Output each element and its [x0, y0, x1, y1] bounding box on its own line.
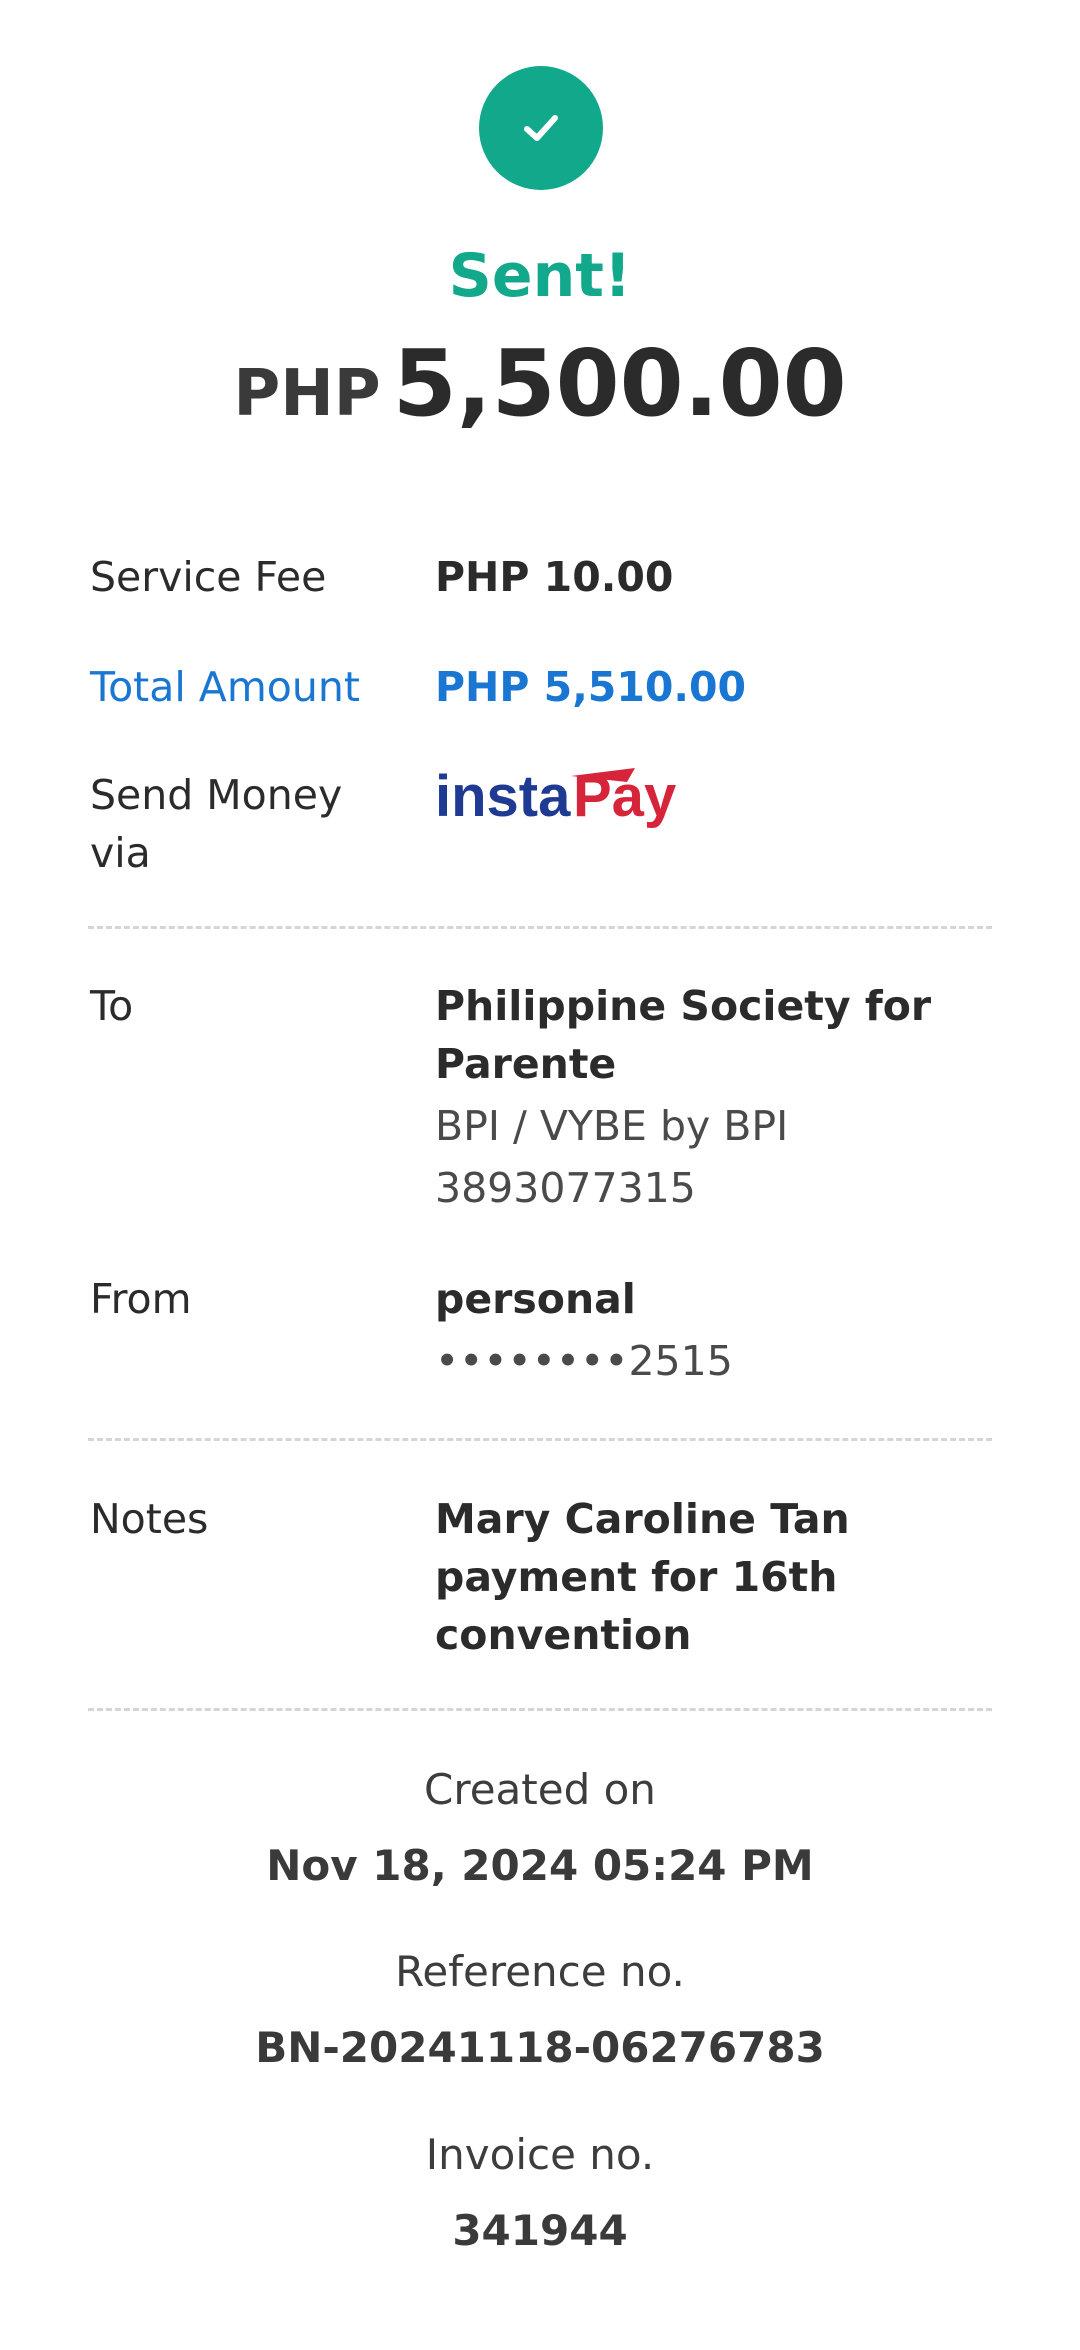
- from-name: personal: [435, 1275, 636, 1323]
- from-label: From: [90, 1275, 192, 1323]
- status-title: Sent!: [448, 241, 632, 311]
- svg-text:insta: insta: [435, 764, 571, 829]
- invoice-value: 341944: [452, 2206, 628, 2255]
- service-fee-label: Service Fee: [90, 553, 327, 601]
- recipient-bank: BPI / VYBE by BPI: [435, 1102, 789, 1150]
- created-on-value: Nov 18, 2024 05:24 PM: [266, 1841, 814, 1890]
- service-fee-value: PHP 10.00: [435, 553, 674, 601]
- amount-currency: PHP: [233, 357, 381, 431]
- to-row: To Philippine Society for Parente BPI / …: [90, 977, 990, 1222]
- instapay-logo: insta Pay: [435, 758, 1005, 838]
- divider: [88, 1708, 992, 1711]
- service-fee-row: Service Fee PHP 10.00: [90, 548, 990, 608]
- notes-value: Mary Caroline Tan payment for 16th conve…: [435, 1495, 850, 1659]
- amount-display: PHP 5,500.00: [0, 330, 1080, 437]
- to-label: To: [90, 982, 134, 1030]
- instapay-logo-image: insta Pay: [435, 764, 676, 829]
- total-amount-value: PHP 5,510.00: [435, 663, 747, 711]
- send-via-row: Send Money via insta Pay: [90, 764, 990, 886]
- invoice-label: Invoice no.: [425, 2130, 655, 2179]
- divider: [88, 1438, 992, 1441]
- send-via-label: Send Money via: [90, 771, 343, 877]
- notes-row: Notes Mary Caroline Tan payment for 16th…: [90, 1490, 990, 1670]
- from-account: ••••••••2515: [435, 1337, 733, 1385]
- divider: [88, 926, 992, 929]
- reference-value: BN-20241118-06276783: [255, 2023, 825, 2072]
- from-row: From personal ••••••••2515: [90, 1270, 990, 1390]
- recipient-name: Philippine Society for Parente: [435, 982, 932, 1088]
- check-icon: [524, 115, 558, 141]
- created-on-label: Created on: [424, 1765, 656, 1814]
- reference-block: Reference no. BN-20241118-06276783: [0, 1944, 1080, 2076]
- to-details: Philippine Society for Parente BPI / VYB…: [435, 977, 1005, 1217]
- notes-label: Notes: [90, 1495, 209, 1543]
- amount-value: 5,500.00: [392, 330, 847, 437]
- invoice-block: Invoice no. 341944: [0, 2127, 1080, 2259]
- reference-label: Reference no.: [395, 1947, 685, 1996]
- success-check-icon: [479, 66, 603, 190]
- created-on-block: Created on Nov 18, 2024 05:24 PM: [0, 1762, 1080, 1894]
- total-amount-row: Total Amount PHP 5,510.00: [90, 658, 990, 718]
- from-details: personal ••••••••2515: [435, 1270, 1005, 1390]
- recipient-account: 3893077315: [435, 1164, 696, 1212]
- total-amount-label: Total Amount: [90, 663, 360, 711]
